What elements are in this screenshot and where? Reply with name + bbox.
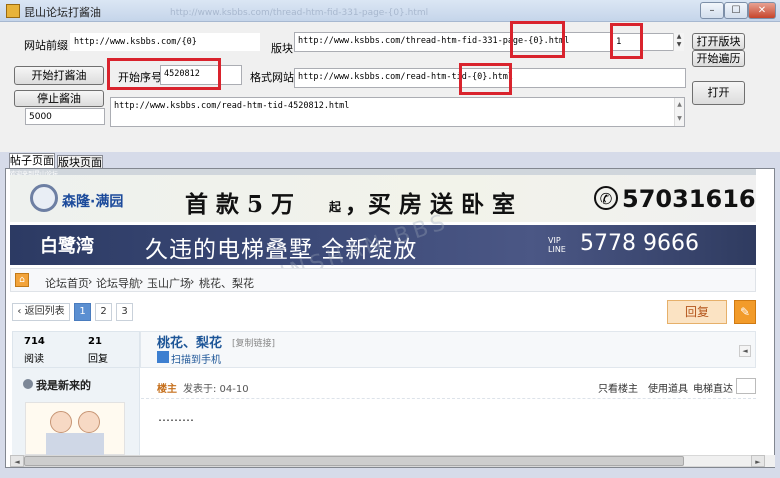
scroll-corner bbox=[765, 455, 775, 467]
banner2-brand: 白鹭湾 bbox=[40, 236, 94, 257]
copy-link[interactable]: [复制链接] bbox=[232, 336, 275, 349]
thread-title: 桃花、梨花 bbox=[157, 336, 223, 351]
author-avatar[interactable] bbox=[25, 402, 125, 455]
prefix-label: 网站前缀 bbox=[24, 39, 68, 52]
minimize-button[interactable]: – bbox=[700, 2, 724, 19]
url-output-textarea[interactable]: http://www.ksbbs.com/read-htm-tid-452081… bbox=[110, 97, 685, 127]
post-body: ……… bbox=[158, 410, 194, 424]
app-icon bbox=[6, 4, 20, 18]
start-traverse-button[interactable]: 开始遍历 bbox=[692, 50, 745, 67]
only-host-link[interactable]: 只看楼主 bbox=[598, 380, 638, 395]
banner1-brand: 森隆·满园 bbox=[62, 194, 124, 210]
chevron-left-icon: ‹ bbox=[17, 306, 22, 317]
scroll-right-icon[interactable]: ► bbox=[751, 455, 765, 467]
prefix-input[interactable]: http://www.ksbbs.com/{0} bbox=[70, 33, 260, 51]
reply-button[interactable]: 回复 bbox=[667, 300, 727, 324]
use-tool-link[interactable]: 使用道具 bbox=[648, 380, 688, 395]
replies-count: 21 bbox=[88, 336, 102, 347]
replies-label: 回复 bbox=[88, 354, 108, 365]
textarea-scrollbar[interactable]: ▲ ▼ bbox=[674, 98, 684, 126]
page-spinner[interactable]: ▲ ▼ bbox=[673, 33, 684, 51]
banner2-phone: 5778 9666 bbox=[580, 231, 699, 256]
user-icon bbox=[23, 379, 33, 389]
banner2-vip-label: VIP LINE bbox=[548, 236, 566, 254]
home-icon[interactable]: ⌂ bbox=[15, 273, 29, 287]
crumb-thread[interactable]: 桃花、梨花 bbox=[199, 275, 254, 291]
collapse-icon[interactable]: ◄ bbox=[739, 345, 751, 357]
chevron-right-icon: › bbox=[190, 275, 195, 288]
tab-post-page[interactable]: 帖子页面 bbox=[9, 153, 55, 169]
scan-to-phone[interactable]: 扫描到手机 bbox=[171, 351, 221, 366]
avatar-body bbox=[46, 433, 104, 455]
post-new-button[interactable]: ✎ bbox=[734, 300, 756, 324]
avatar-face bbox=[50, 411, 72, 433]
banner1-slogan-small: 起 bbox=[329, 200, 342, 214]
avatar-face bbox=[78, 411, 100, 433]
page-link-2[interactable]: 2 bbox=[95, 303, 112, 321]
board-label: 版块 bbox=[271, 42, 293, 55]
annotation-box bbox=[459, 63, 512, 95]
host-badge: 楼主 bbox=[157, 384, 177, 395]
chevron-right-icon: › bbox=[139, 275, 144, 288]
start-soy-button[interactable]: 开始打酱油 bbox=[14, 66, 104, 85]
banner1-slogan: 首 款 5 万 bbox=[185, 191, 295, 218]
back-label: 返回列表 bbox=[24, 306, 65, 317]
views-count: 714 bbox=[24, 336, 45, 347]
elevator-label: 电梯直达 bbox=[693, 384, 733, 395]
background-tab-text: http://www.ksbbs.com/thread-htm-fid-331-… bbox=[170, 8, 429, 18]
elevator-input[interactable] bbox=[736, 378, 756, 394]
annotation-box bbox=[107, 58, 221, 90]
annotation-box bbox=[510, 21, 565, 58]
close-button[interactable]: ✕ bbox=[748, 2, 776, 19]
qr-code-icon bbox=[157, 351, 169, 363]
crumb-forum-home[interactable]: 论坛首页 bbox=[45, 275, 89, 291]
scroll-left-icon[interactable]: ◄ bbox=[10, 455, 24, 467]
open-button[interactable]: 打开 bbox=[692, 81, 745, 105]
post-time: 发表于: 04-10 bbox=[183, 384, 249, 395]
crumb-forum-nav[interactable]: 论坛导航 bbox=[96, 275, 140, 291]
views-label: 阅读 bbox=[24, 354, 44, 365]
crumb-yushan-square[interactable]: 玉山广场 bbox=[147, 275, 191, 291]
author-name[interactable]: 我是新来的 bbox=[36, 377, 91, 393]
page-link-3[interactable]: 3 bbox=[116, 303, 133, 321]
horizontal-scroll-thumb[interactable] bbox=[24, 456, 684, 466]
annotation-box bbox=[610, 23, 643, 59]
banner1-phone: 57031616 bbox=[622, 185, 756, 213]
maximize-button[interactable]: ☐ bbox=[724, 2, 748, 19]
page-link-1[interactable]: 1 bbox=[74, 303, 91, 321]
back-to-list-button[interactable]: ‹ 返回列表 bbox=[12, 303, 70, 321]
interval-input[interactable]: 5000 bbox=[25, 108, 105, 125]
flower-logo-icon bbox=[30, 184, 58, 212]
chevron-right-icon: › bbox=[88, 275, 93, 288]
format-label: 格式网站 bbox=[250, 71, 294, 84]
phone-icon: ✆ bbox=[594, 186, 618, 210]
stop-soy-button[interactable]: 停止酱油 bbox=[14, 90, 104, 107]
tab-board-page[interactable]: 版块页面 bbox=[57, 155, 103, 169]
window-title: 昆山论坛打酱油 bbox=[24, 6, 101, 19]
open-board-button[interactable]: 打开版块 bbox=[692, 33, 745, 50]
